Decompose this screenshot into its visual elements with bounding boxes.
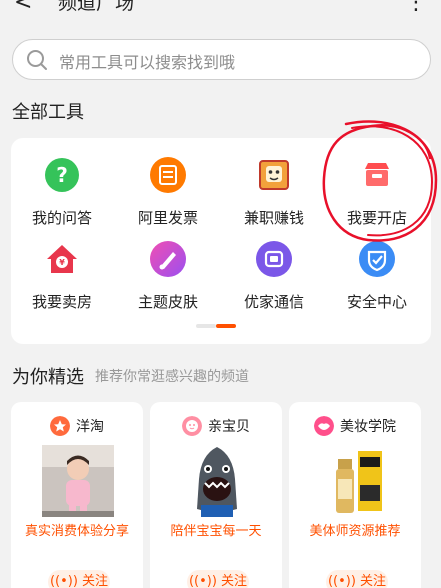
shop-icon	[365, 163, 389, 186]
search-placeholder: 常用工具可以搜索找到哦	[59, 53, 236, 72]
lips-icon	[314, 416, 334, 436]
tool-label: 我要开店	[346, 209, 407, 227]
house-icon: ¥	[47, 245, 77, 273]
shark-hat-image	[181, 445, 253, 517]
channel-card[interactable]: 亲宝贝 陪伴宝宝每一天 ((•)) 关注	[150, 402, 282, 588]
child-photo-image	[42, 445, 114, 517]
follow-button[interactable]: ((•)) 关注	[187, 570, 249, 588]
tiger-icon	[259, 160, 289, 190]
search-bar[interactable]: 常用工具可以搜索找到哦	[12, 39, 431, 80]
tool-my-qa[interactable]: ? 我的问答	[12, 156, 112, 228]
phone-icon	[256, 241, 292, 277]
back-button[interactable]: <	[14, 0, 32, 15]
theme-icon	[150, 241, 186, 277]
channel-description: 真实消费体验分享	[24, 524, 129, 539]
channel-description: 陪伴宝宝每一天	[170, 524, 262, 539]
channel-name: 洋淘	[76, 419, 104, 435]
recommend-subtitle: 推荐你常逛感兴趣的频道	[95, 369, 249, 385]
page-title: 频道广场	[58, 0, 135, 14]
tool-sell-house[interactable]: ¥ 我要卖房	[12, 240, 112, 312]
tool-youjia-telecom[interactable]: 优家通信	[224, 240, 324, 312]
invoice-icon	[150, 157, 186, 193]
signal-icon: ((•))	[49, 574, 83, 588]
cosmetics-image	[320, 445, 392, 517]
page-dot	[196, 324, 216, 328]
signal-icon: ((•))	[327, 574, 361, 588]
baby-icon	[182, 416, 202, 436]
tool-label: 主题皮肤	[137, 293, 198, 311]
channel-name: 亲宝贝	[208, 419, 250, 435]
channel-card-header: 美妆学院	[289, 416, 421, 436]
more-menu-button[interactable]: ⋮	[405, 0, 427, 15]
shield-icon	[359, 241, 395, 277]
tool-label: 阿里发票	[137, 209, 198, 227]
star-badge-icon	[50, 416, 70, 436]
svg-text:?: ?	[56, 163, 68, 187]
signal-icon: ((•))	[188, 574, 222, 588]
follow-label: 关注	[221, 574, 248, 588]
channel-card-header: 洋淘	[11, 416, 143, 436]
follow-button[interactable]: ((•)) 关注	[326, 570, 388, 588]
tool-open-shop[interactable]: 我要开店	[327, 156, 427, 228]
question-icon: ?	[45, 158, 79, 192]
svg-text:¥: ¥	[59, 258, 65, 267]
tool-part-time[interactable]: 兼职赚钱	[224, 156, 324, 228]
tools-section-title: 全部工具	[12, 102, 84, 123]
search-icon	[27, 50, 47, 70]
follow-label: 关注	[82, 574, 109, 588]
channel-name: 美妆学院	[340, 419, 396, 435]
channel-card[interactable]: 洋淘 真实消费体验分享 ((•)) 关注	[11, 402, 143, 588]
tool-label: 我要卖房	[31, 293, 92, 311]
channel-card[interactable]: 美妆学院 美体师资源推荐 ((•)) 关注	[289, 402, 421, 588]
page-dot-active	[216, 324, 236, 328]
tool-invoice[interactable]: 阿里发票	[118, 156, 218, 228]
follow-label: 关注	[360, 574, 387, 588]
tools-card: ? 我的问答 阿里发票 兼职赚钱 我要开店 ¥ 我要卖房 主题皮肤 优家通信 安…	[11, 138, 431, 344]
recommend-title: 为你精选	[12, 367, 84, 388]
tool-label: 安全中心	[346, 293, 407, 311]
tool-label: 优家通信	[243, 293, 304, 311]
follow-button[interactable]: ((•)) 关注	[48, 570, 110, 588]
tool-label: 兼职赚钱	[243, 209, 304, 227]
tool-label: 我的问答	[31, 209, 92, 227]
tool-security-center[interactable]: 安全中心	[327, 240, 427, 312]
channel-card-header: 亲宝贝	[150, 416, 282, 436]
top-bar: < 频道广场 ⋮	[0, 0, 441, 22]
channel-description: 美体师资源推荐	[309, 524, 401, 539]
tool-theme-skin[interactable]: 主题皮肤	[118, 240, 218, 312]
page-indicator	[196, 324, 236, 329]
